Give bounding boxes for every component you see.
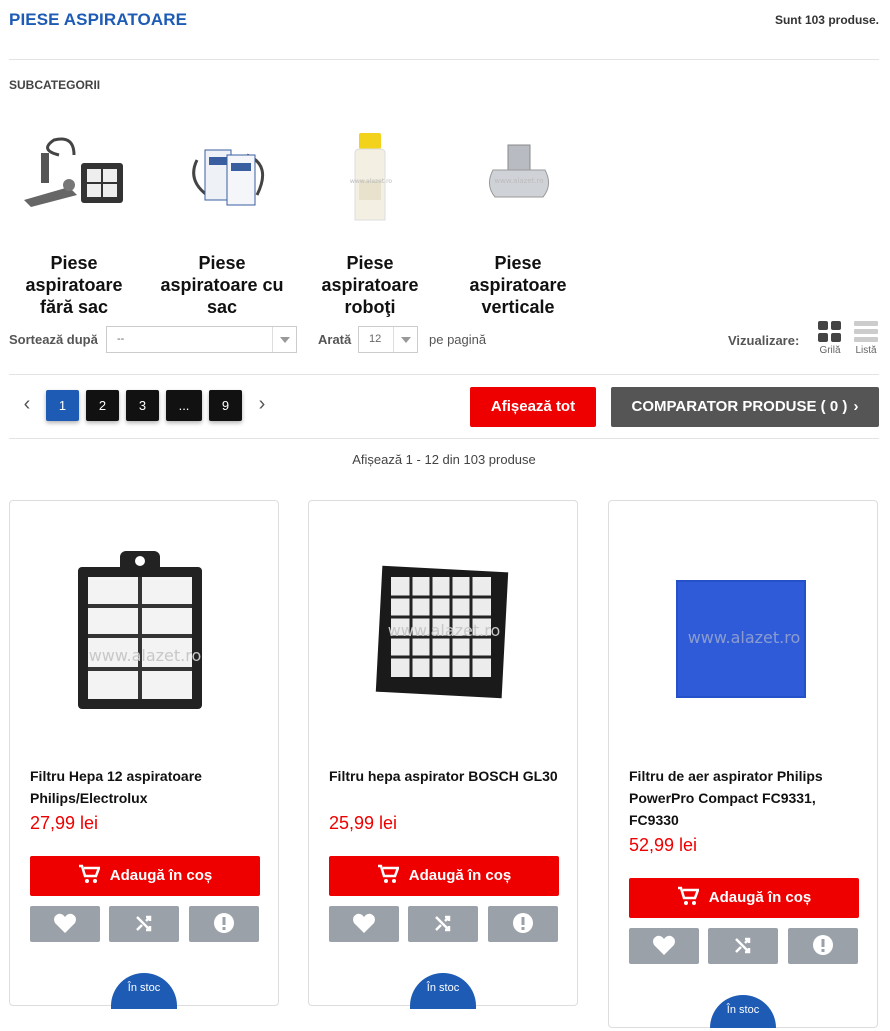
- add-to-cart-label: Adaugă în coș: [408, 867, 512, 884]
- watermark: www.alazet.ro: [89, 646, 202, 665]
- add-to-cart-button[interactable]: Adaugă în coș: [30, 856, 260, 896]
- product-name[interactable]: Filtru hepa aspirator BOSCH GL30: [329, 765, 559, 787]
- watermark: www.alazet.ro: [688, 628, 801, 647]
- wishlist-button[interactable]: [329, 906, 399, 942]
- page-header: PIESE ASPIRATOARE Sunt 103 produse.: [9, 10, 879, 40]
- cart-icon: [377, 864, 400, 884]
- page-button[interactable]: 9: [209, 390, 242, 421]
- show-label: Arată: [318, 332, 352, 347]
- product-name[interactable]: Filtru Hepa 12 aspiratoare Philips/Elect…: [30, 765, 260, 809]
- product-card: www.alazet.ro Filtru Hepa 12 aspiratoare…: [9, 500, 279, 1009]
- details-button[interactable]: [788, 928, 858, 964]
- subcategories-title: SUBCATEGORII: [9, 78, 101, 92]
- watermark: www.alazet.ro: [388, 621, 501, 640]
- compare-button[interactable]: [109, 906, 179, 942]
- subcategory-label: Piese aspiratoare fără sac: [25, 253, 123, 317]
- add-to-cart-button[interactable]: Adaugă în coș: [629, 878, 859, 918]
- product-price: 25,99 lei: [329, 813, 398, 833]
- product-name[interactable]: Filtru de aer aspirator Philips PowerPro…: [629, 765, 859, 831]
- results-summary: Afișează 1 - 12 din 103 produse: [352, 452, 536, 467]
- page-button[interactable]: 3: [126, 390, 159, 421]
- product-image[interactable]: www.alazet.ro: [629, 521, 859, 751]
- divider: [9, 59, 879, 60]
- view-list-label: Listă: [855, 345, 877, 356]
- divider: [9, 374, 879, 375]
- subcategory-with-bag[interactable]: Piese aspiratoare cu sac: [157, 120, 287, 320]
- sort-label: Sortează după: [9, 332, 98, 347]
- view-label: Vizualizare:: [728, 333, 800, 348]
- bag-vacuum-parts-image: [192, 149, 265, 206]
- listing-toolbar: Sortează după -- Arată 12 pe pagină Vizu…: [9, 321, 879, 356]
- product-count: Sunt 103 produse.: [774, 13, 879, 27]
- stock-badge: În stoc: [410, 973, 476, 1009]
- shuffle-icon: [735, 937, 751, 954]
- product-card: www.alazet.ro Filtru de aer aspirator Ph…: [608, 500, 878, 1028]
- info-icon: [513, 913, 533, 933]
- product-price: 52,99 lei: [629, 835, 698, 855]
- view-grid-toggle[interactable]: Grilă: [815, 321, 845, 356]
- watermark: www.alazet.ro: [494, 177, 543, 185]
- pagination-bar: ‹ 1 2 3 ... 9 › Afișează tot COMPARATOR …: [9, 385, 879, 430]
- compare-label: COMPARATOR PRODUSE ( 0 ): [631, 398, 848, 415]
- sort-value: --: [117, 333, 125, 345]
- details-button[interactable]: [488, 906, 558, 942]
- shuffle-icon: [435, 915, 451, 932]
- subcategory-list: Piese aspiratoare fără sac Piese aspirat…: [9, 120, 609, 320]
- chevron-down-icon: [272, 327, 296, 352]
- compare-button[interactable]: [408, 906, 478, 942]
- heart-icon: [54, 913, 76, 933]
- product-image[interactable]: www.alazet.ro: [30, 521, 260, 751]
- divider: [9, 438, 879, 439]
- chevron-right-icon: ›: [853, 398, 859, 415]
- heart-icon: [353, 913, 375, 933]
- shuffle-icon: [136, 915, 152, 932]
- view-grid-label: Grilă: [819, 345, 841, 356]
- product-price: 27,99 lei: [30, 813, 99, 833]
- cart-icon: [78, 864, 101, 884]
- details-button[interactable]: [189, 906, 259, 942]
- watermark: www.alazet.ro: [350, 178, 393, 185]
- stock-badge: În stoc: [111, 973, 177, 1009]
- bagless-vacuum-parts-image: [24, 137, 123, 207]
- page-ellipsis[interactable]: ...: [166, 390, 202, 421]
- subcategory-vertical[interactable]: www.alazet.ro Piese aspiratoare vertical…: [453, 120, 583, 320]
- compare-products-button[interactable]: COMPARATOR PRODUSE ( 0 ) ›: [611, 387, 879, 427]
- subcategory-label: Piese aspiratoare verticale: [469, 253, 567, 317]
- chevron-down-icon: [393, 327, 417, 352]
- per-page-select[interactable]: 12: [358, 326, 418, 353]
- product-card: www.alazet.ro Filtru hepa aspirator BOSC…: [308, 500, 578, 1009]
- page-button[interactable]: 1: [46, 390, 79, 421]
- show-all-button[interactable]: Afișează tot: [470, 387, 596, 427]
- compare-button[interactable]: [708, 928, 778, 964]
- chevron-right-icon[interactable]: ›: [252, 394, 272, 415]
- robot-vacuum-parts-image: www.alazet.ro: [350, 133, 393, 221]
- view-list-toggle[interactable]: Listă: [851, 321, 881, 356]
- subcategory-label: Piese aspiratoare roboţi: [321, 253, 419, 317]
- stock-badge: În stoc: [710, 995, 776, 1028]
- info-icon: [813, 935, 833, 955]
- cart-icon: [677, 886, 700, 906]
- per-page-label: pe pagină: [429, 332, 487, 347]
- list-icon: [854, 321, 878, 342]
- wishlist-button[interactable]: [30, 906, 100, 942]
- sort-select[interactable]: --: [106, 326, 297, 353]
- product-image[interactable]: www.alazet.ro: [329, 521, 559, 751]
- page-button[interactable]: 2: [86, 390, 119, 421]
- add-to-cart-label: Adaugă în coș: [708, 889, 812, 906]
- vertical-vacuum-parts-image: www.alazet.ro: [489, 144, 549, 198]
- per-page-value: 12: [369, 333, 382, 345]
- add-to-cart-button[interactable]: Adaugă în coș: [329, 856, 559, 896]
- add-to-cart-label: Adaugă în coș: [109, 867, 213, 884]
- subcategory-bagless[interactable]: Piese aspiratoare fără sac: [9, 120, 139, 320]
- page-title: PIESE ASPIRATOARE: [9, 10, 188, 29]
- chevron-left-icon[interactable]: ‹: [17, 394, 37, 415]
- subcategory-label: Piese aspiratoare cu sac: [160, 253, 284, 317]
- wishlist-button[interactable]: [629, 928, 699, 964]
- heart-icon: [653, 935, 675, 955]
- info-icon: [214, 913, 234, 933]
- subcategory-robot[interactable]: www.alazet.ro Piese aspiratoare roboţi: [305, 120, 435, 320]
- grid-icon: [818, 321, 841, 342]
